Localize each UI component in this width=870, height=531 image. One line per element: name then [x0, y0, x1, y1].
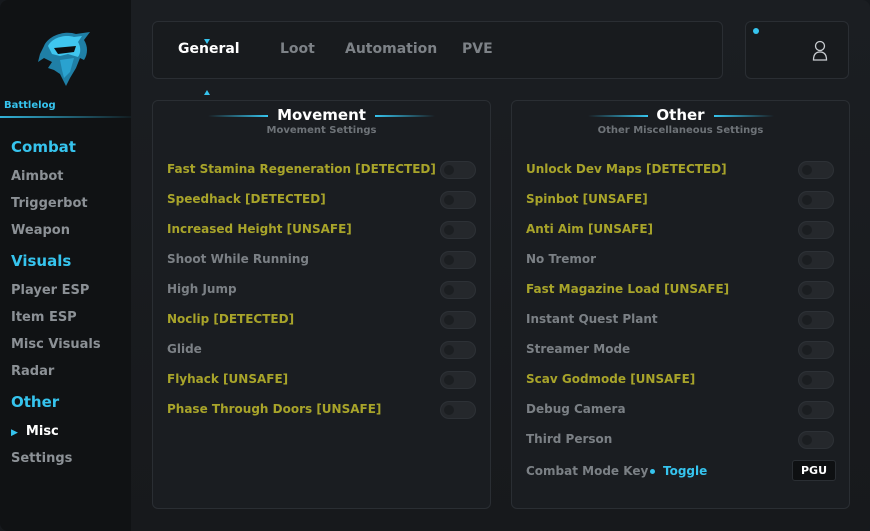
- setting-label: Instant Quest Plant: [526, 312, 658, 326]
- sidebar-item-item-esp[interactable]: Item ESP: [11, 310, 77, 325]
- app-window: Battlelog Combat Aimbot Triggerbot Weapo…: [0, 0, 870, 531]
- sidebar-item-triggerbot[interactable]: Triggerbot: [11, 196, 88, 211]
- active-arrow-icon: ▶: [11, 428, 18, 438]
- setting-label: Speedhack [DETECTED]: [167, 192, 326, 206]
- sidebar-item-player-esp[interactable]: Player ESP: [11, 283, 89, 298]
- setting-label: Unlock Dev Maps [DETECTED]: [526, 162, 727, 176]
- tab-active-marker-bottom: [204, 90, 210, 95]
- setting-label: Scav Godmode [UNSAFE]: [526, 372, 696, 386]
- setting-toggle[interactable]: [798, 341, 834, 359]
- movement-subtitle: Movement Settings: [266, 125, 377, 136]
- setting-label: Flyhack [UNSAFE]: [167, 372, 289, 386]
- setting-toggle[interactable]: [798, 371, 834, 389]
- knight-helmet-logo-icon: [38, 32, 90, 86]
- setting-toggle[interactable]: [798, 221, 834, 239]
- setting-label: Anti Aim [UNSAFE]: [526, 222, 654, 236]
- other-title: Other: [656, 106, 705, 124]
- tab-loot[interactable]: Loot: [280, 41, 315, 57]
- setting-toggle[interactable]: [440, 311, 476, 329]
- key-mode-toggle[interactable]: Toggle: [650, 464, 707, 478]
- setting-toggle[interactable]: [440, 281, 476, 299]
- setting-label: Phase Through Doors [UNSAFE]: [167, 402, 382, 416]
- combat-mode-key-label: Combat Mode Key: [526, 464, 649, 478]
- sidebar-item-misc[interactable]: ▶ Misc: [11, 424, 59, 439]
- setting-label: Debug Camera: [526, 402, 626, 416]
- key-mode-label: Toggle: [663, 464, 708, 478]
- setting-toggle[interactable]: [798, 311, 834, 329]
- setting-label: Streamer Mode: [526, 342, 631, 356]
- setting-label: Spinbot [UNSAFE]: [526, 192, 648, 206]
- setting-toggle[interactable]: [440, 371, 476, 389]
- user-panel[interactable]: [745, 21, 849, 79]
- sidebar-item-misc-label: Misc: [25, 424, 59, 439]
- setting-label: Shoot While Running: [167, 252, 310, 266]
- setting-toggle[interactable]: [440, 251, 476, 269]
- user-icon[interactable]: [812, 40, 828, 62]
- movement-title: Movement: [277, 106, 366, 124]
- setting-toggle[interactable]: [440, 341, 476, 359]
- setting-label: Fast Stamina Regeneration [DETECTED]: [167, 162, 436, 176]
- nav-section-visuals: Visuals: [11, 252, 72, 270]
- sidebar-item-aimbot[interactable]: Aimbot: [11, 169, 64, 184]
- tab-active-marker-top: [204, 39, 210, 44]
- setting-toggle[interactable]: [440, 221, 476, 239]
- keybind-button[interactable]: PGU: [792, 460, 836, 481]
- setting-label: Glide: [167, 342, 202, 356]
- setting-toggle[interactable]: [798, 161, 834, 179]
- mode-dot-icon: [650, 469, 655, 474]
- tab-automation[interactable]: Automation: [345, 41, 437, 57]
- setting-toggle[interactable]: [798, 191, 834, 209]
- setting-label: Noclip [DETECTED]: [167, 312, 295, 326]
- nav-section-other: Other: [11, 393, 60, 411]
- setting-toggle[interactable]: [798, 281, 834, 299]
- nav-section-combat: Combat: [11, 138, 76, 156]
- brand-divider: [0, 116, 131, 118]
- setting-toggle[interactable]: [440, 161, 476, 179]
- tab-pve[interactable]: PVE: [462, 41, 493, 57]
- tab-general[interactable]: General: [178, 39, 240, 95]
- other-panel: Other Other Miscellaneous Settings Unloc…: [511, 100, 850, 509]
- setting-label: Fast Magazine Load [UNSAFE]: [526, 282, 730, 296]
- tab-bar: General Loot Automation PVE: [152, 21, 723, 95]
- setting-toggle[interactable]: [440, 401, 476, 419]
- status-dot: [753, 28, 759, 34]
- setting-toggle[interactable]: [798, 401, 834, 419]
- setting-label: No Tremor: [526, 252, 597, 266]
- sidebar: Battlelog Combat Aimbot Triggerbot Weapo…: [0, 0, 131, 531]
- sidebar-item-radar[interactable]: Radar: [11, 364, 54, 379]
- sidebar-item-misc-visuals[interactable]: Misc Visuals: [11, 337, 101, 352]
- other-subtitle: Other Miscellaneous Settings: [597, 125, 764, 136]
- setting-toggle[interactable]: [798, 431, 834, 449]
- setting-toggle[interactable]: [798, 251, 834, 269]
- sidebar-item-weapon[interactable]: Weapon: [11, 223, 70, 238]
- setting-label: Third Person: [526, 432, 613, 446]
- setting-label: Increased Height [UNSAFE]: [167, 222, 352, 236]
- setting-toggle[interactable]: [440, 191, 476, 209]
- setting-label: High Jump: [167, 282, 237, 296]
- sidebar-item-settings[interactable]: Settings: [11, 451, 72, 466]
- brand-label: Battlelog: [4, 100, 56, 111]
- movement-panel: Movement Movement Settings Fast Stamina …: [152, 100, 491, 509]
